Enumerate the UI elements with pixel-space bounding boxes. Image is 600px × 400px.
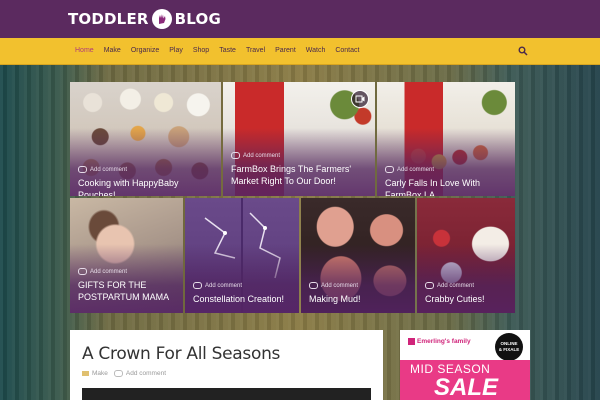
nav-item-play[interactable]: Play — [164, 38, 188, 64]
nav-item-organize[interactable]: Organize — [126, 38, 164, 64]
tile-comment-link[interactable]: Add comment — [78, 166, 127, 173]
tile-title-line: POSTPARTUM MAMA — [78, 292, 170, 302]
comment-icon — [78, 268, 87, 275]
folder-icon — [82, 371, 89, 376]
nav-item-watch[interactable]: Watch — [301, 38, 331, 64]
nav-item-contact[interactable]: Contact — [330, 38, 364, 64]
nav-item-parent[interactable]: Parent — [270, 38, 301, 64]
sidebar-advertisement[interactable]: Emerling's family ONLINE & FIXALE MID SE… — [400, 330, 530, 400]
featured-tile[interactable]: Add comment GIFTS FOR THE POSTPARTUM MAM… — [70, 198, 183, 313]
featured-grid: Add comment Cooking with HappyBaby Pouch… — [70, 82, 515, 313]
comment-icon — [193, 282, 202, 289]
video-icon[interactable] — [351, 90, 369, 108]
search-icon[interactable] — [518, 46, 528, 56]
tile-comment-link[interactable]: Add comment — [385, 166, 434, 173]
post-meta: Make Add comment — [82, 370, 166, 377]
logo-text-right: BLOG — [174, 10, 221, 28]
tile-title[interactable]: GIFTS FOR THE POSTPARTUM MAMA — [78, 279, 177, 303]
hand-icon — [151, 9, 172, 29]
site-header: TODDLER BLOG — [0, 0, 600, 38]
ad-badge: ONLINE & FIXALE — [495, 333, 523, 361]
nav-item-shop[interactable]: Shop — [188, 38, 214, 64]
post-featured-image[interactable] — [82, 388, 371, 400]
post-comment-link[interactable]: Add comment — [113, 370, 166, 377]
comment-icon — [425, 282, 434, 289]
comment-icon — [231, 152, 240, 159]
comment-icon — [78, 166, 87, 173]
nav-item-travel[interactable]: Travel — [241, 38, 270, 64]
tile-title[interactable]: Cooking with HappyBaby Pouches! — [78, 177, 215, 196]
post-category-link[interactable]: Make — [82, 370, 108, 377]
tile-title[interactable]: Making Mud! — [309, 293, 409, 305]
post-card: A Crown For All Seasons Make Add comment — [70, 330, 383, 400]
brand-mark-icon — [408, 338, 415, 345]
featured-tile[interactable]: Add comment Crabby Cuties! — [417, 198, 515, 313]
main-navigation: Home Make Organize Play Shop Taste Trave… — [0, 38, 600, 65]
featured-tile[interactable]: Add comment Making Mud! — [301, 198, 415, 313]
comment-icon — [385, 166, 394, 173]
tile-title[interactable]: FarmBox Brings The Farmers' Market Right… — [231, 163, 369, 187]
nav-item-taste[interactable]: Taste — [214, 38, 241, 64]
tile-comment-link[interactable]: Add comment — [231, 152, 280, 159]
tile-comment-link[interactable]: Add comment — [309, 282, 358, 289]
nav-menu: Home Make Organize Play Shop Taste Trave… — [70, 38, 364, 64]
tile-title[interactable]: Constellation Creation! — [193, 293, 293, 305]
nav-item-home[interactable]: Home — [70, 38, 99, 64]
ad-brand-logo: Emerling's family — [408, 338, 471, 345]
site-logo[interactable]: TODDLER BLOG — [68, 8, 221, 30]
featured-tile[interactable]: Add comment FarmBox Brings The Farmers' … — [223, 82, 375, 196]
comment-icon — [309, 282, 318, 289]
post-title[interactable]: A Crown For All Seasons — [82, 344, 280, 364]
comment-icon — [113, 370, 123, 377]
logo-text-left: TODDLER — [68, 10, 149, 28]
tile-title-line: GIFTS FOR THE — [78, 280, 147, 290]
tile-title[interactable]: Carly Falls In Love With FarmBox LA — [385, 177, 509, 196]
featured-tile[interactable]: Add comment Carly Falls In Love With Far… — [377, 82, 515, 196]
ad-headline-large: SALE — [434, 374, 499, 400]
tile-comment-link[interactable]: Add comment — [425, 282, 474, 289]
nav-item-make[interactable]: Make — [99, 38, 126, 64]
tile-comment-link[interactable]: Add comment — [193, 282, 242, 289]
featured-tile[interactable]: Add comment Constellation Creation! — [185, 198, 299, 313]
tile-title[interactable]: Crabby Cuties! — [425, 293, 509, 305]
tile-comment-link[interactable]: Add comment — [78, 268, 127, 275]
featured-tile[interactable]: Add comment Cooking with HappyBaby Pouch… — [70, 82, 221, 196]
